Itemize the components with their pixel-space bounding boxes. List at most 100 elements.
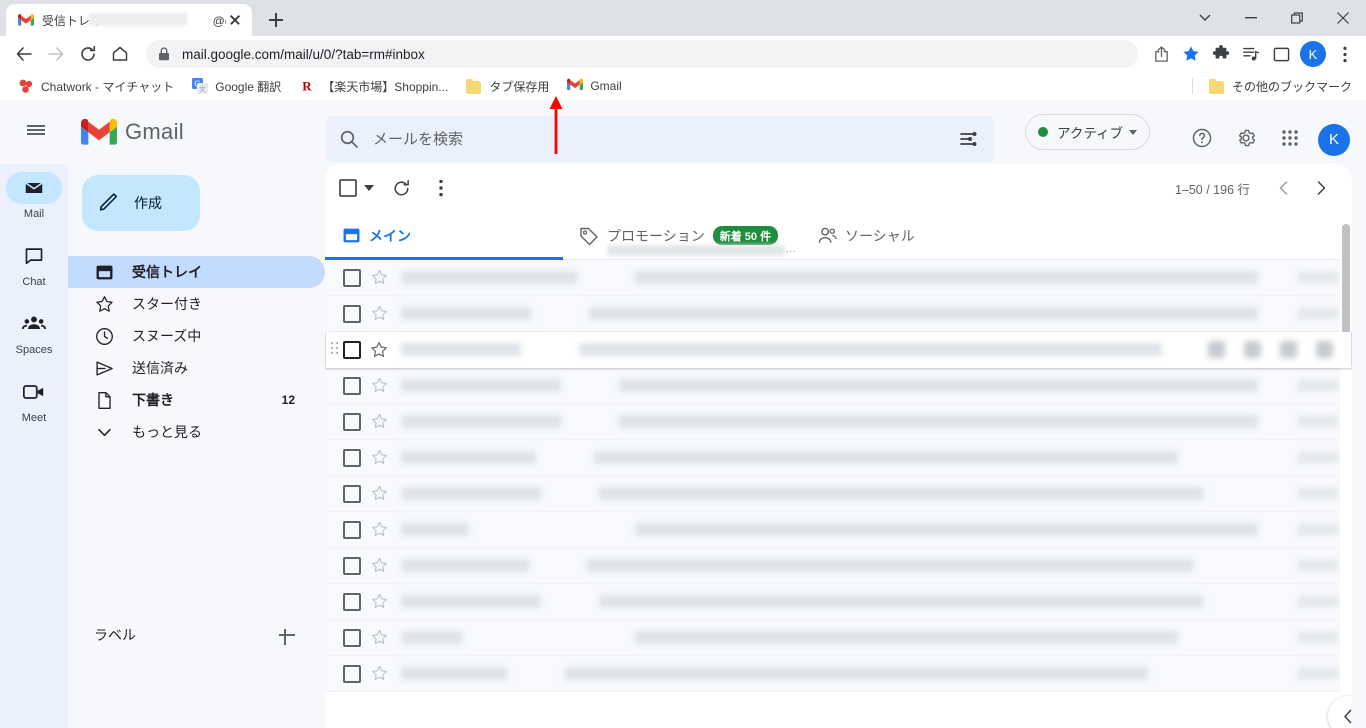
rail-item-meet[interactable]: Meet — [0, 368, 68, 436]
star-icon[interactable] — [361, 305, 397, 322]
three-dot-menu-icon[interactable] — [1330, 39, 1360, 69]
row-checkbox[interactable] — [343, 520, 361, 539]
back-arrow-icon[interactable] — [8, 38, 40, 70]
next-page-chevron-icon[interactable] — [1302, 169, 1340, 207]
table-row[interactable] — [325, 332, 1352, 368]
google-apps-grid-icon[interactable] — [1268, 116, 1312, 160]
star-icon[interactable] — [361, 377, 397, 394]
search-options-icon[interactable] — [943, 129, 995, 149]
row-checkbox[interactable] — [343, 268, 361, 287]
sidebar-item-more[interactable]: もっと見る — [68, 416, 325, 448]
rail-item-chat[interactable]: Chat — [0, 232, 68, 300]
home-icon[interactable] — [104, 38, 136, 70]
row-checkbox[interactable] — [343, 376, 361, 395]
tab-primary[interactable]: メイン — [325, 212, 563, 260]
settings-gear-icon[interactable] — [1224, 116, 1268, 160]
previous-page-chevron-icon[interactable] — [1264, 169, 1302, 207]
sidebar-item-snoozed[interactable]: スヌーズ中 — [68, 320, 325, 352]
bookmark-rakuten[interactable]: R 【楽天市場】Shoppin... — [291, 75, 456, 97]
account-avatar[interactable]: K — [1318, 123, 1350, 156]
help-icon[interactable] — [1180, 116, 1224, 160]
star-icon[interactable] — [361, 413, 397, 430]
tab-social[interactable]: ソーシャル — [801, 212, 1039, 259]
row-checkbox[interactable] — [343, 484, 361, 503]
tab-search-chevron-icon[interactable] — [1182, 0, 1228, 36]
new-tab-button[interactable] — [264, 8, 288, 32]
snooze-icon[interactable] — [1306, 332, 1342, 368]
select-all-checkbox[interactable] — [339, 179, 357, 197]
select-dropdown-caret-icon[interactable] — [357, 168, 381, 208]
row-checkbox[interactable] — [343, 340, 361, 359]
drag-handle[interactable] — [331, 341, 341, 358]
scrollbar-thumb[interactable] — [1342, 224, 1350, 334]
table-row[interactable] — [325, 620, 1352, 656]
add-label-plus-icon[interactable] — [277, 625, 297, 645]
search-input[interactable] — [373, 130, 943, 148]
compose-button[interactable]: 作成 — [82, 175, 200, 231]
table-row[interactable] — [325, 260, 1352, 296]
close-window-icon[interactable] — [1320, 0, 1366, 36]
star-icon[interactable] — [361, 449, 397, 466]
tab-promotions[interactable]: プロモーション 新着 50 件 … — [563, 212, 801, 259]
main-menu-icon[interactable] — [16, 110, 56, 150]
star-icon[interactable] — [361, 593, 397, 610]
bookmark-google-translate[interactable]: G文 Google 翻訳 — [184, 75, 289, 97]
delete-icon[interactable] — [1234, 332, 1270, 368]
star-icon[interactable] — [361, 629, 397, 646]
table-row[interactable] — [325, 656, 1352, 692]
table-row[interactable] — [325, 440, 1352, 476]
minimize-icon[interactable] — [1228, 0, 1274, 36]
address-bar[interactable]: mail.google.com/mail/u/0/?tab=rm#inbox — [146, 40, 1138, 68]
star-icon[interactable] — [361, 341, 397, 359]
star-icon[interactable] — [361, 485, 397, 502]
bookmark-gmail[interactable]: Gmail — [559, 75, 629, 97]
table-row[interactable] — [325, 512, 1352, 548]
row-checkbox[interactable] — [343, 304, 361, 323]
bookmark-star-icon[interactable] — [1176, 39, 1206, 69]
side-panel-icon[interactable] — [1266, 39, 1296, 69]
more-options-icon[interactable] — [421, 168, 461, 208]
extensions-puzzle-icon[interactable] — [1206, 39, 1236, 69]
row-checkbox[interactable] — [343, 448, 361, 467]
star-icon[interactable] — [361, 557, 397, 574]
sidebar-item-sent[interactable]: 送信済み — [68, 352, 325, 384]
status-chip-active[interactable]: アクティブ — [1025, 114, 1151, 150]
forward-arrow-icon[interactable] — [40, 38, 72, 70]
table-row[interactable] — [325, 548, 1352, 584]
list-scrollbar[interactable] — [1340, 212, 1352, 728]
close-tab-icon[interactable] — [226, 11, 244, 29]
share-icon[interactable] — [1146, 39, 1176, 69]
media-control-icon[interactable] — [1236, 39, 1266, 69]
mark-unread-icon[interactable] — [1270, 332, 1306, 368]
rail-item-spaces[interactable]: Spaces — [0, 300, 68, 368]
row-checkbox[interactable] — [343, 628, 361, 647]
table-row[interactable] — [325, 368, 1352, 404]
bookmark-chatwork[interactable]: Chatwork - マイチャット — [10, 75, 182, 97]
maximize-icon[interactable] — [1274, 0, 1320, 36]
table-row[interactable] — [325, 584, 1352, 620]
search-bar[interactable] — [325, 116, 995, 162]
collapse-panel-chevron-icon[interactable] — [1328, 696, 1352, 728]
browser-profile-avatar[interactable]: K — [1300, 41, 1326, 67]
reload-icon[interactable] — [72, 38, 104, 70]
row-checkbox[interactable] — [343, 556, 361, 575]
table-row[interactable] — [325, 404, 1352, 440]
archive-icon[interactable] — [1198, 332, 1234, 368]
row-checkbox[interactable] — [343, 664, 361, 683]
browser-tab-gmail[interactable]: 受信トレイ - @gm — [6, 4, 252, 36]
other-bookmarks-button[interactable]: その他のブックマーク — [1201, 75, 1360, 97]
star-icon[interactable] — [361, 665, 397, 682]
star-icon[interactable] — [361, 269, 397, 286]
sidebar-item-starred[interactable]: スター付き — [68, 288, 325, 320]
sidebar-item-drafts[interactable]: 下書き 12 — [68, 384, 325, 416]
refresh-icon[interactable] — [381, 168, 421, 208]
row-checkbox[interactable] — [343, 592, 361, 611]
row-checkbox[interactable] — [343, 412, 361, 431]
table-row[interactable] — [325, 296, 1352, 332]
table-row[interactable] — [325, 476, 1352, 512]
sidebar-item-inbox[interactable]: 受信トレイ — [68, 256, 325, 288]
gmail-logo[interactable]: Gmail — [81, 118, 184, 146]
rail-item-mail[interactable]: Mail — [0, 164, 68, 232]
bookmark-tab-save-folder[interactable]: タブ保存用 — [458, 75, 557, 97]
star-icon[interactable] — [361, 521, 397, 538]
